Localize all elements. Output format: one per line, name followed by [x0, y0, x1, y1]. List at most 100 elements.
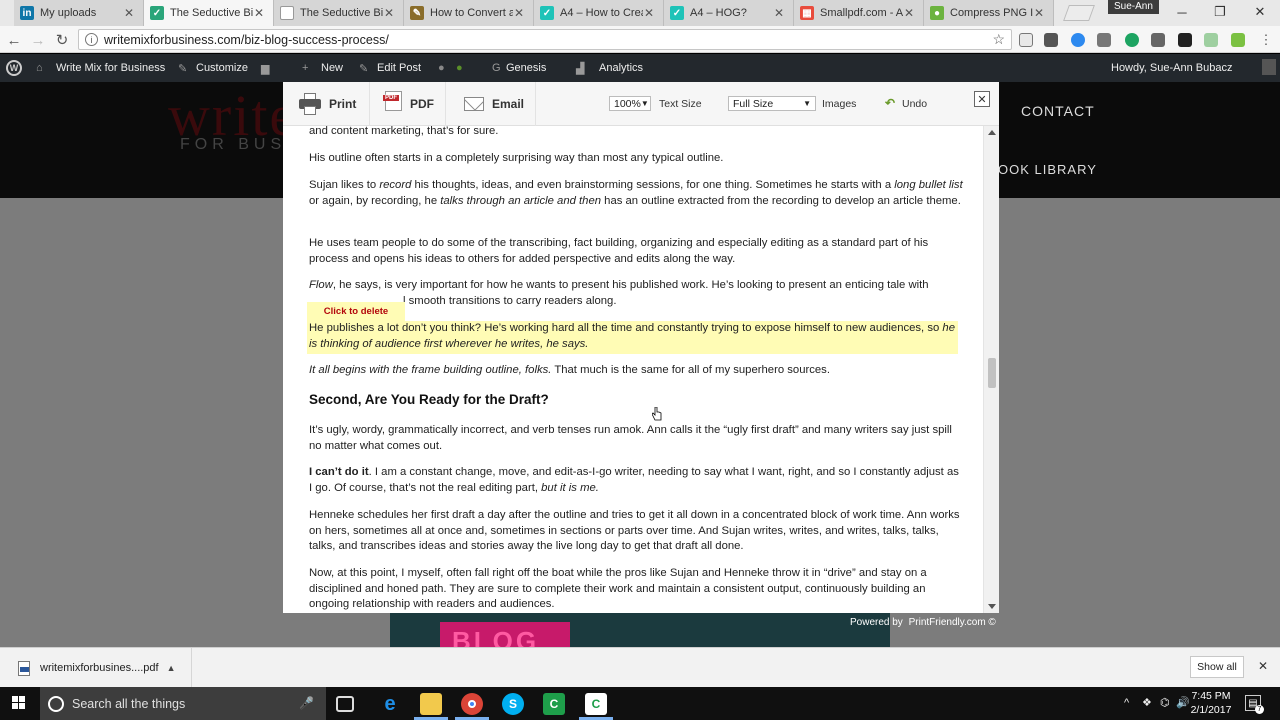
wp-site-name[interactable]: Write Mix for Business — [56, 62, 165, 74]
article-paragraph[interactable]: It all begins with the frame building ou… — [309, 363, 963, 379]
chrome-icon[interactable] — [461, 693, 483, 715]
task-view-icon[interactable] — [336, 696, 354, 712]
powered-by-brand[interactable]: PrintFriendly.com © — [909, 617, 996, 628]
skype-icon[interactable]: S — [502, 693, 524, 715]
scroll-thumb[interactable] — [988, 358, 996, 388]
pf-powered-by[interactable]: Powered by PrintFriendly.com © — [850, 617, 996, 628]
click-to-delete-button[interactable]: Click to delete — [307, 302, 405, 321]
close-icon[interactable]: ✕ — [1033, 6, 1045, 20]
article-paragraph[interactable]: His outline often starts in a completely… — [309, 151, 963, 167]
wp-analytics[interactable]: Analytics — [599, 62, 643, 74]
extension-icon[interactable] — [1044, 33, 1058, 47]
wp-greeting[interactable]: Howdy, Sue-Ann Bubacz — [1111, 62, 1232, 74]
reload-icon[interactable]: ↻ — [52, 30, 72, 50]
chevron-up-icon[interactable]: ▲ — [167, 663, 176, 673]
article-paragraph[interactable]: Henneke schedules her first draft a day … — [309, 508, 963, 555]
email-icon — [464, 97, 484, 111]
printfriendly-modal: Print PDF PDF Email 100% ▼ Text Size Ful… — [283, 82, 999, 613]
comment-icon[interactable]: ▆ — [261, 62, 269, 75]
pf-print-button[interactable]: Print — [299, 82, 356, 126]
close-icon[interactable]: ✕ — [253, 6, 265, 20]
system-clock[interactable]: 7:45 PM 2/1/2017 — [1188, 689, 1234, 717]
pf-undo-button[interactable]: Undo — [902, 98, 927, 110]
tab-seductive-biz-active[interactable]: ✓ The Seductive Biz ✕ — [144, 0, 274, 26]
close-icon[interactable]: ✕ — [383, 6, 395, 20]
camtasia-icon[interactable]: C — [543, 693, 565, 715]
buffer-icon[interactable] — [1178, 33, 1192, 47]
pf-email-button[interactable]: Email — [464, 82, 524, 126]
seo-dot-icon[interactable]: ● — [456, 62, 463, 74]
tab-smallpdf[interactable]: ▦ Smallpdf.com - A ✕ — [794, 0, 924, 26]
download-item[interactable]: writemixforbusines....pdf ▲ — [0, 648, 192, 688]
tab-my-uploads[interactable]: in My uploads ✕ — [14, 0, 144, 26]
pf-pdf-button[interactable]: PDF PDF — [383, 82, 434, 126]
chevron-up-icon[interactable]: ^ — [1124, 697, 1129, 709]
close-icon[interactable]: ✕ — [974, 91, 990, 107]
article-paragraph[interactable]: It’s ugly, wordy, grammatically incorrec… — [309, 423, 963, 454]
profile-badge[interactable]: Sue-Ann — [1108, 0, 1159, 14]
info-icon[interactable]: i — [85, 33, 98, 46]
close-icon[interactable]: ✕ — [513, 6, 525, 20]
scroll-down-icon[interactable] — [988, 604, 996, 609]
nav-library-link[interactable]: OOK LIBRARY — [998, 162, 1097, 177]
edge-icon[interactable]: e — [379, 693, 401, 715]
window-close-icon[interactable]: ✕ — [1240, 0, 1280, 24]
extension-icon[interactable] — [1204, 33, 1218, 47]
extension-icon[interactable] — [1019, 33, 1033, 47]
menu-dots-icon[interactable]: ⋮ — [1256, 30, 1276, 50]
grammarly-icon[interactable] — [1125, 33, 1139, 47]
file-explorer-icon[interactable] — [420, 693, 442, 715]
windows-start-icon[interactable] — [12, 696, 26, 710]
undo-icon[interactable]: ↶ — [885, 97, 897, 109]
bookmark-star-icon[interactable]: ☆ — [992, 31, 1005, 48]
close-icon[interactable]: ✕ — [1258, 659, 1268, 673]
text-size-select[interactable]: 100% ▼ — [609, 96, 651, 111]
tab-title: The Seductive Biz — [170, 7, 253, 19]
article-paragraph[interactable]: He uses team people to do some of the tr… — [309, 236, 963, 267]
wordpress-icon[interactable]: W — [6, 60, 22, 76]
tab-a4-hog[interactable]: ✓ A4 – HOG? ✕ — [664, 0, 794, 26]
article-paragraph[interactable]: Now, at this point, I myself, often fall… — [309, 566, 963, 613]
close-icon[interactable]: ✕ — [643, 6, 655, 20]
new-tab-button[interactable] — [1063, 5, 1095, 21]
tab-compress-png[interactable]: ● Compress PNG Im ✕ — [924, 0, 1054, 26]
images-select[interactable]: Full Size ▼ — [728, 96, 816, 111]
article-paragraph[interactable]: and content marketing, that’s for sure. — [309, 126, 963, 140]
article-heading[interactable]: Second, Are You Ready for the Draft? — [309, 392, 549, 407]
wp-edit-post[interactable]: Edit Post — [377, 62, 421, 74]
scroll-up-icon[interactable] — [988, 130, 996, 135]
extension-icon[interactable] — [1097, 33, 1111, 47]
close-icon[interactable]: ✕ — [773, 6, 785, 20]
back-arrow-icon[interactable]: ← — [4, 30, 24, 50]
show-all-button[interactable]: Show all — [1190, 656, 1244, 678]
tab-a4-how-to-create[interactable]: ✓ A4 – How to Crea ✕ — [534, 0, 664, 26]
nav-contact-link[interactable]: CONTACT — [1021, 103, 1095, 119]
article-paragraph[interactable]: I can’t do it. I am a constant change, m… — [309, 465, 963, 496]
article-paragraph[interactable]: Flow, he says, is very important for how… — [309, 278, 963, 309]
powered-by-label: Powered by — [850, 617, 903, 628]
onedrive-icon[interactable] — [1071, 33, 1085, 47]
tab-seductive-biz[interactable]: The Seductive Biz ✕ — [274, 0, 404, 26]
extension-icon[interactable] — [1151, 33, 1165, 47]
pf-scrollbar[interactable] — [983, 126, 999, 613]
close-icon[interactable]: ✕ — [903, 6, 915, 20]
wp-genesis[interactable]: Genesis — [506, 62, 546, 74]
close-icon[interactable]: ✕ — [123, 6, 135, 20]
wp-new[interactable]: New — [321, 62, 343, 74]
article-paragraph[interactable]: Sujan likes to record his thoughts, idea… — [309, 178, 963, 209]
taskbar-search-box[interactable]: Search all the things 🎤 — [40, 687, 326, 720]
extension-icon[interactable] — [1231, 33, 1245, 47]
address-bar[interactable]: i writemixforbusiness.com/biz-blog-succe… — [78, 29, 1012, 50]
restore-icon[interactable]: ❐ — [1200, 0, 1240, 24]
dropbox-icon[interactable]: ❖ — [1142, 696, 1152, 709]
minimize-icon[interactable]: ─ — [1162, 0, 1202, 24]
network-icon[interactable]: ⌬ — [1160, 696, 1170, 709]
avatar[interactable] — [1262, 59, 1276, 75]
tab-how-to-convert[interactable]: ✎ How to Convert a ✕ — [404, 0, 534, 26]
home-icon[interactable]: ⌂ — [36, 62, 43, 74]
article-paragraph-selected[interactable]: He publishes a lot don’t you think? He’s… — [309, 321, 963, 352]
microphone-icon[interactable]: 🎤 — [299, 696, 314, 710]
camtasia-recorder-icon[interactable]: C — [585, 693, 607, 715]
wp-customize[interactable]: Customize — [196, 62, 248, 74]
forward-arrow-icon[interactable]: → — [28, 30, 48, 50]
